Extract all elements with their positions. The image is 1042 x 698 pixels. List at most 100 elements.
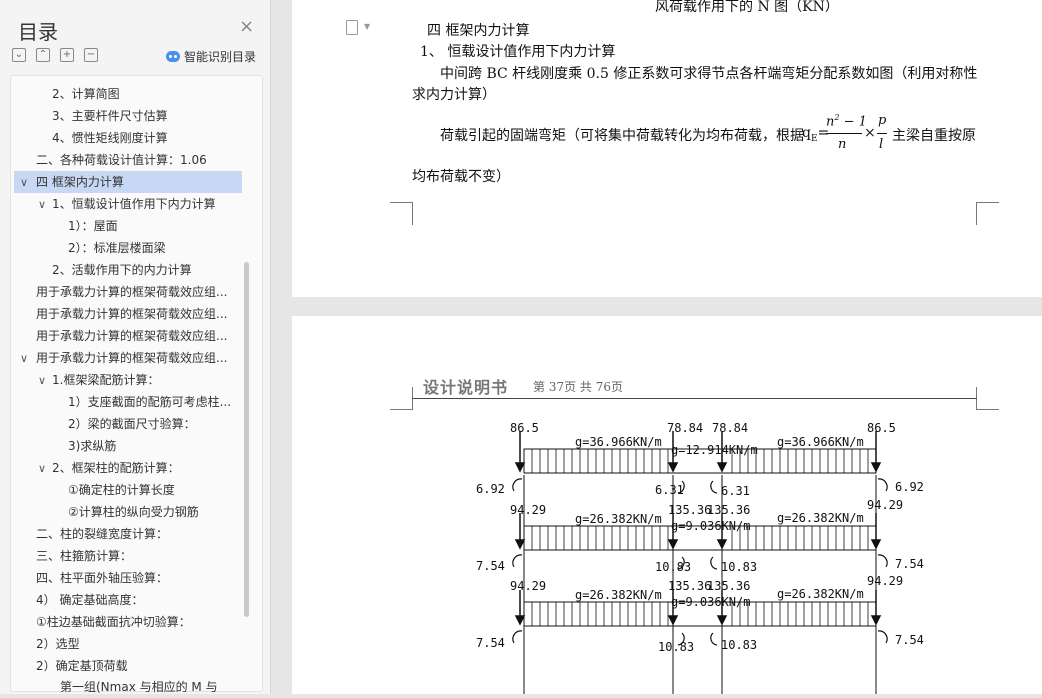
- dist-load-label: g=26.382KN/m: [777, 511, 864, 525]
- toc-item[interactable]: ①柱边基础截面抗冲切验算：: [36, 611, 191, 633]
- toc-item[interactable]: 二、柱的裂缝宽度计算：: [36, 523, 168, 545]
- moment-label: 6.92: [476, 482, 505, 496]
- paragraph-line: 主梁自重按原: [892, 128, 976, 144]
- toc-item[interactable]: 3、主要杆件尺寸估算: [52, 105, 168, 127]
- load-label: 94.29: [510, 503, 546, 517]
- chevron-down-icon[interactable]: ∨: [38, 374, 46, 387]
- moment-label: 10.83: [721, 560, 757, 574]
- toc-item[interactable]: 用于承载力计算的框架荷载效应组...: [36, 303, 227, 325]
- dist-load-label: g=9.036KN/m: [671, 595, 750, 609]
- toc-item[interactable]: ②计算柱的纵向受力钢筋: [68, 501, 199, 523]
- toc-item-selected[interactable]: 四 框架内力计算: [14, 171, 242, 193]
- toc-item[interactable]: 1、恒载设计值作用下内力计算: [52, 193, 216, 215]
- caret-down-icon[interactable]: ▼: [364, 22, 370, 31]
- paragraph-line: 求内力计算）: [412, 87, 496, 103]
- dist-load-label: g=9.036KN/m: [671, 519, 750, 533]
- load-label: 135.36: [707, 503, 750, 517]
- remove-heading-icon[interactable]: −: [84, 48, 98, 62]
- toc-item[interactable]: 1.框架梁配筋计算：: [52, 369, 159, 391]
- moment-label: 7.54: [476, 636, 505, 650]
- fraction-bar: [877, 133, 887, 134]
- crop-mark: [976, 387, 999, 410]
- toc-item[interactable]: 2）确定基顶荷载: [36, 655, 128, 677]
- header-rule: [412, 398, 977, 399]
- paragraph-line: 荷载引起的固端弯矩（可将集中荷载转化为均布荷载，根据: [440, 128, 804, 144]
- moment-label: 6.92: [895, 480, 924, 494]
- toc-item[interactable]: 二、各种荷载设计值计算：1.06: [36, 149, 207, 171]
- load-label: 78.84: [712, 421, 748, 435]
- toc-item[interactable]: 四、柱平面外轴压验算：: [36, 567, 168, 589]
- toc-item[interactable]: 4、惯性矩线刚度计算: [52, 127, 168, 149]
- load-label: 135.36: [707, 579, 750, 593]
- formula-p: p: [878, 113, 887, 128]
- load-label: 86.5: [510, 421, 539, 435]
- formula-numerator: n2 − 1: [826, 113, 867, 129]
- chevron-down-icon[interactable]: ∨: [38, 198, 46, 211]
- crop-mark: [390, 202, 413, 225]
- chevron-down-icon[interactable]: ∨: [20, 176, 28, 189]
- load-label: 94.29: [510, 579, 546, 593]
- cut-caption: 风荷载作用下的 N 图（KN）: [655, 0, 839, 15]
- formula-times: ×: [864, 125, 876, 141]
- toc-item[interactable]: 1）：屋面: [68, 215, 118, 237]
- crop-mark: [976, 202, 999, 225]
- toc-scrollbar[interactable]: [244, 262, 249, 617]
- page-number: 第 37页 共 76页: [533, 380, 623, 394]
- toc-item[interactable]: 第一组(Nmax 与相应的 M 与: [60, 676, 218, 698]
- toc-item[interactable]: 用于承载力计算的框架荷载效应组...: [36, 347, 227, 369]
- document-page: [292, 0, 1042, 297]
- formula-l: l: [879, 137, 884, 152]
- dist-load-label: g=26.382KN/m: [777, 587, 864, 601]
- toc-item[interactable]: 用于承载力计算的框架荷载效应组...: [36, 325, 227, 347]
- toc-item[interactable]: 2、活载作用下的内力计算: [52, 259, 192, 281]
- moment-label: 6.31: [655, 483, 684, 497]
- sidebar-title: 目录: [18, 20, 58, 44]
- formula-q-subscript: E: [810, 133, 818, 144]
- chevron-down-icon[interactable]: ∨: [38, 462, 46, 475]
- fraction-bar: [826, 133, 862, 134]
- robot-icon: [166, 51, 180, 62]
- load-label: 94.29: [867, 498, 903, 512]
- moment-label: 10.83: [655, 560, 691, 574]
- chevron-down-icon[interactable]: ∨: [20, 352, 28, 365]
- load-label: 135.36: [668, 503, 711, 517]
- formula-denominator: n: [838, 137, 847, 152]
- smart-toc-label: 智能识别目录: [184, 50, 257, 64]
- toc-item[interactable]: 2、计算简图: [52, 83, 120, 105]
- toc-item[interactable]: ①确定柱的计算长度: [68, 479, 175, 501]
- dist-load-label: g=36.966KN/m: [575, 435, 662, 449]
- toc-item[interactable]: 用于承载力计算的框架荷载效应组...: [36, 281, 227, 303]
- toc-item[interactable]: 2）选型: [36, 633, 80, 655]
- moment-label: 7.54: [895, 557, 924, 571]
- load-label: 135.36: [668, 579, 711, 593]
- moment-label: 7.54: [895, 633, 924, 647]
- toc-toolbar: ⌄ ⌃ + −: [12, 48, 98, 62]
- load-label: 78.84: [667, 421, 703, 435]
- section-heading: 四 框架内力计算: [427, 23, 530, 39]
- dist-load-label: g=26.382KN/m: [575, 588, 662, 602]
- paragraph-line: 中间跨 BC 杆线刚度乘 0.5 修正系数可求得节点各杆端弯矩分配系数如图（利用…: [440, 66, 978, 82]
- moment-label: 6.31: [721, 484, 750, 498]
- page-header-title: 设计说明书: [423, 378, 509, 397]
- toc-item[interactable]: 4） 确定基础高度：: [36, 589, 143, 611]
- smart-toc-button[interactable]: 智能识别目录: [166, 48, 256, 65]
- document-icon[interactable]: [346, 20, 358, 35]
- moment-label: 10.83: [721, 638, 757, 652]
- add-heading-icon[interactable]: +: [60, 48, 74, 62]
- crop-mark: [390, 387, 413, 410]
- toc-item[interactable]: 三、柱箍筋计算：: [36, 545, 132, 567]
- toc-item[interactable]: 2）梁的截面尺寸验算：: [68, 413, 196, 435]
- toc-item[interactable]: 3)求纵筋: [68, 435, 116, 457]
- subsection-heading: 1、 恒载设计值作用下内力计算: [420, 44, 616, 60]
- close-icon[interactable]: ×: [239, 16, 254, 37]
- toc-item[interactable]: 2、框架柱的配筋计算：: [52, 457, 180, 479]
- toc-item[interactable]: 2）：标准层楼面梁: [68, 237, 166, 259]
- dist-load-label: g=12.914KN/m: [671, 443, 758, 457]
- collapse-all-icon[interactable]: ⌃: [36, 48, 50, 62]
- moment-label: 10.83: [658, 640, 694, 654]
- toc-item[interactable]: 1）支座截面的配筋可考虑柱...: [68, 391, 231, 413]
- expand-all-icon[interactable]: ⌄: [12, 48, 26, 62]
- toc-item-label: 四 框架内力计算: [36, 175, 124, 189]
- frame-load-diagram: 86.5 78.84 78.84 86.5 g=36.966KN/m g=12.…: [476, 421, 924, 694]
- formula-minus-one: − 1: [839, 114, 867, 130]
